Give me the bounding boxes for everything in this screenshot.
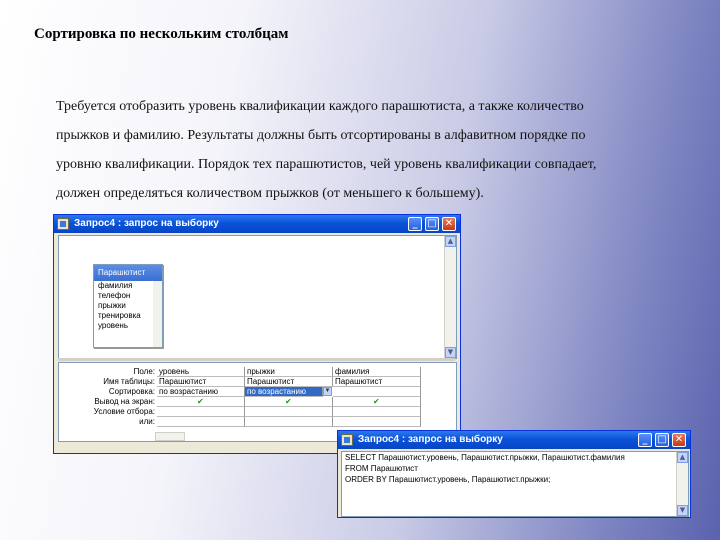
grid-cell[interactable] <box>245 417 333 427</box>
table-pane[interactable]: Парашютист фамилия телефон прыжки тренир… <box>58 235 457 359</box>
slide-body: Требуется отобразить уровень квалификаци… <box>56 92 676 208</box>
sql-line: FROM Парашютист <box>345 464 418 473</box>
field-list-item[interactable]: фамилия <box>94 281 162 291</box>
row-label: или: <box>139 417 155 426</box>
field-list-parashyutist[interactable]: Парашютист фамилия телефон прыжки тренир… <box>93 264 163 348</box>
row-label: Имя таблицы: <box>103 377 155 386</box>
body-line: Требуется отобразить уровень квалификаци… <box>56 99 584 114</box>
body-line: должен определяться количеством прыжков … <box>56 186 484 201</box>
sql-window-icon <box>341 434 353 446</box>
grid-cell[interactable]: фамилия <box>333 367 421 377</box>
grid-cell[interactable]: прыжки <box>245 367 333 377</box>
close-button[interactable]: ✕ <box>672 433 686 447</box>
grid-cell[interactable] <box>333 407 421 417</box>
maximize-button[interactable]: □ <box>655 433 669 447</box>
row-label: Сортировка: <box>108 387 155 396</box>
pane-splitter[interactable] <box>58 358 455 361</box>
minimize-button[interactable]: _ <box>408 217 422 231</box>
sql-view-window: Запрос4 : запрос на выборку _ □ ✕ SELECT… <box>337 430 691 518</box>
sql-text-area[interactable]: SELECT Парашютист.уровень, Парашютист.пр… <box>341 451 689 517</box>
scroll-up-icon[interactable]: ▲ <box>445 236 456 247</box>
grid-cell[interactable] <box>157 407 245 417</box>
grid-cell[interactable] <box>157 417 245 427</box>
field-list-item[interactable]: телефон <box>94 291 162 301</box>
field-list-item[interactable]: тренировка <box>94 311 162 321</box>
field-list-title[interactable]: Парашютист <box>94 265 162 281</box>
grid-cell-selected[interactable]: по возрастанию <box>245 387 323 397</box>
row-label: Условие отбора: <box>93 407 155 416</box>
sql-scrollbar[interactable]: ▲ ▼ <box>676 452 688 516</box>
show-checkbox[interactable]: ✔ <box>197 398 205 406</box>
sql-line: SELECT Парашютист.уровень, Парашютист.пр… <box>345 453 625 462</box>
grid-cell[interactable]: Парашютист <box>245 377 333 387</box>
sql-window-title: Запрос4 : запрос на выборку <box>358 434 503 445</box>
query-window-icon <box>57 218 69 230</box>
grid-cell[interactable]: ✔ <box>245 397 333 407</box>
grid-cell[interactable] <box>245 407 333 417</box>
grid-cell[interactable]: по возрастанию <box>157 387 245 397</box>
maximize-button[interactable]: □ <box>425 217 439 231</box>
show-checkbox[interactable]: ✔ <box>285 398 293 406</box>
query-window-title: Запрос4 : запрос на выборку <box>74 218 219 229</box>
grid-horizontal-scrollbar[interactable] <box>155 432 185 441</box>
minimize-button[interactable]: _ <box>638 433 652 447</box>
grid-cell[interactable] <box>333 417 421 427</box>
grid-cell[interactable] <box>333 387 421 397</box>
scroll-down-icon[interactable]: ▼ <box>445 347 456 358</box>
sql-window-titlebar[interactable]: Запрос4 : запрос на выборку _ □ ✕ <box>338 431 690 449</box>
sort-dropdown-icon[interactable]: ▼ <box>323 387 332 396</box>
slide-title: Сортировка по нескольким столбцам <box>34 26 289 42</box>
grid-cell[interactable]: ✔ <box>157 397 245 407</box>
sql-line: ORDER BY Парашютист.уровень, Парашютист.… <box>345 475 551 484</box>
query-design-window: Запрос4 : запрос на выборку _ □ ✕ Парашю… <box>53 214 461 454</box>
grid-cell[interactable]: Парашютист <box>333 377 421 387</box>
grid-cell[interactable]: уровень <box>157 367 245 377</box>
query-window-titlebar[interactable]: Запрос4 : запрос на выборку _ □ ✕ <box>54 215 460 233</box>
table-pane-scrollbar[interactable]: ▲ ▼ <box>444 236 456 358</box>
scroll-down-icon[interactable]: ▼ <box>677 505 688 516</box>
scroll-up-icon[interactable]: ▲ <box>677 452 688 463</box>
close-button[interactable]: ✕ <box>442 217 456 231</box>
grid-cell[interactable]: Парашютист <box>157 377 245 387</box>
row-label: Вывод на экран: <box>94 397 155 406</box>
field-list-item[interactable]: прыжки <box>94 301 162 311</box>
grid-cell[interactable]: ✔ <box>333 397 421 407</box>
body-line: уровню квалификации. Порядок тех парашют… <box>56 157 597 172</box>
field-list-item[interactable]: уровень <box>94 321 162 331</box>
show-checkbox[interactable]: ✔ <box>373 398 381 406</box>
field-list-scrollbar[interactable] <box>153 281 162 347</box>
row-label: Поле: <box>133 367 155 376</box>
body-line: прыжков и фамилию. Результаты должны быт… <box>56 128 586 143</box>
